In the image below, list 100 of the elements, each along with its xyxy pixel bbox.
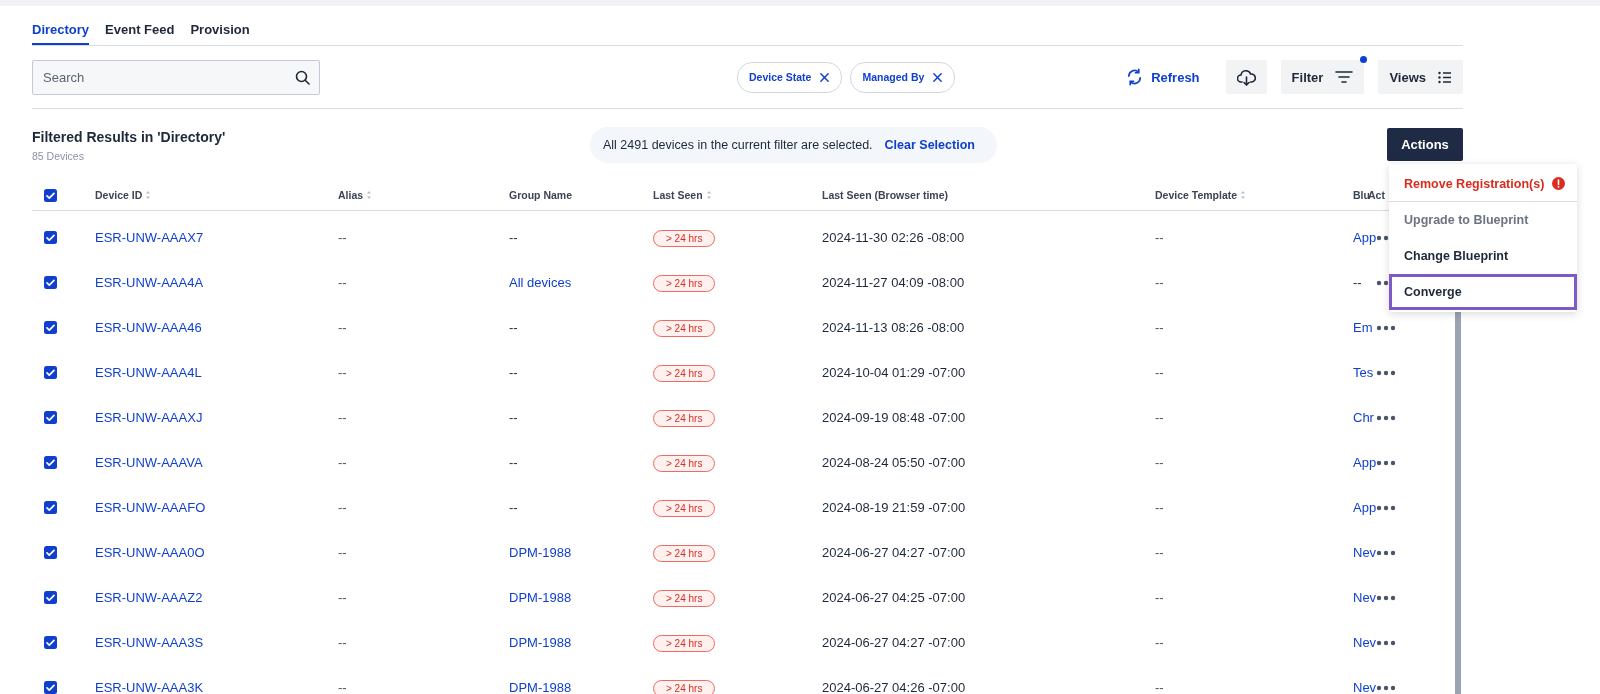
device-id-link[interactable]: ESR-UNW-AAA4L [95,365,202,380]
device-id-link[interactable]: ESR-UNW-AAAFO [95,500,206,515]
device-id-link[interactable]: ESR-UNW-AAAVA [95,455,203,470]
more-icon[interactable] [1376,594,1396,601]
checkbox[interactable] [44,501,57,514]
checkbox[interactable] [44,366,57,379]
filter-chip[interactable]: Device State [737,61,843,93]
table-cell: -- [1155,680,1164,694]
device-id-link[interactable]: ESR-UNW-AAAXJ [95,410,203,425]
checkbox[interactable] [44,231,57,244]
menu-item[interactable]: Remove Registration(s) [1389,166,1577,202]
refresh-button[interactable]: Refresh [1126,68,1200,86]
blueprint-link[interactable]: Chr [1353,410,1374,425]
table-cell: 2024-10-04 01:29 -07:00 [822,365,966,380]
filter-icon [1335,70,1354,84]
device-id-link[interactable]: ESR-UNW-AAA3S [95,635,204,650]
table-cell: -- [509,365,518,380]
status-badge: > 24 hrs [653,365,716,382]
column-header[interactable]: Last Seen (Browser time) [822,189,1155,201]
more-icon[interactable] [1376,639,1396,646]
column-header[interactable]: Last Seen [653,189,822,201]
blueprint-link[interactable]: App [1353,455,1377,470]
blueprint-link[interactable]: Nev [1353,590,1377,605]
status-badge: > 24 hrs [653,590,716,607]
status-badge: > 24 hrs [653,680,716,694]
blueprint-link[interactable]: App [1353,230,1377,245]
table-cell: -- [338,680,347,694]
selection-message: All 2491 devices in the current filter are selected. [603,137,873,152]
device-id-link[interactable]: ESR-UNW-AAA3K [95,680,204,694]
checkbox[interactable] [44,636,57,649]
scrollbar[interactable] [1455,310,1461,694]
checkbox[interactable] [44,276,57,289]
table-cell: 2024-11-13 08:26 -08:00 [822,320,965,335]
sort-icon [1240,190,1247,200]
cloud-download-icon [1236,68,1256,86]
actions-button[interactable]: Actions [1387,128,1463,161]
device-id-link[interactable]: ESR-UNW-AAAZ2 [95,590,203,605]
checkbox[interactable] [44,321,57,334]
table-cell: -- [1353,275,1362,290]
views-button[interactable]: Views [1378,60,1463,94]
checkbox[interactable] [44,456,57,469]
table-cell: -- [1155,365,1164,380]
table-cell: -- [1155,635,1164,650]
more-icon[interactable] [1376,324,1396,331]
more-icon[interactable] [1376,684,1396,691]
more-icon[interactable] [1376,414,1396,421]
device-id-link[interactable]: ESR-UNW-AAA46 [95,320,202,335]
table-cell: -- [509,500,518,515]
search-icon [295,69,310,85]
menu-item[interactable]: Change Blueprint [1389,238,1577,274]
status-badge: > 24 hrs [653,320,716,337]
checkbox[interactable] [44,188,57,202]
blueprint-link[interactable]: Nev [1353,545,1377,560]
tab[interactable]: Directory [32,22,90,45]
device-count: 85 Devices [32,150,85,162]
table-cell: -- [509,455,518,470]
tab[interactable]: Provision [190,22,250,45]
checkbox[interactable] [44,546,57,559]
blueprint-link[interactable]: App [1353,500,1377,515]
group-link[interactable]: DPM-1988 [509,680,572,694]
sort-icon [366,190,373,200]
table-cell: 2024-11-30 02:26 -08:00 [822,230,965,245]
column-header[interactable]: Device Template [1155,189,1353,201]
blueprint-link[interactable]: Nev [1353,635,1377,650]
table-cell: 2024-08-24 05:50 -07:00 [822,455,966,470]
group-link[interactable]: DPM-1988 [509,635,572,650]
table-cell: -- [509,230,518,245]
filter-chip[interactable]: Managed By [850,61,956,93]
group-link[interactable]: DPM-1988 [509,545,572,560]
checkbox[interactable] [44,591,57,604]
tab[interactable]: Event Feed [105,22,175,45]
column-header[interactable]: Blu [1353,189,1368,201]
blueprint-link[interactable]: Em [1353,320,1373,335]
checkbox[interactable] [44,411,57,424]
group-link[interactable]: All devices [509,275,572,290]
close-icon [819,71,831,83]
column-header[interactable]: Group Name [509,189,653,201]
table-cell: 2024-09-19 08:48 -07:00 [822,410,966,425]
device-id-link[interactable]: ESR-UNW-AAA0O [95,545,205,560]
table-cell: -- [338,410,347,425]
more-icon[interactable] [1376,549,1396,556]
column-header[interactable]: Alias [338,189,509,201]
device-id-link[interactable]: ESR-UNW-AAA4A [95,275,204,290]
download-button[interactable] [1225,60,1267,94]
list-icon [1438,70,1452,84]
table-cell: -- [509,410,518,425]
more-icon[interactable] [1376,369,1396,376]
more-icon[interactable] [1376,504,1396,511]
blueprint-link[interactable]: Tes [1353,365,1374,380]
group-link[interactable]: DPM-1988 [509,590,572,605]
status-badge: > 24 hrs [653,545,716,562]
checkbox[interactable] [44,681,57,694]
more-icon[interactable] [1376,459,1396,466]
blueprint-link[interactable]: Nev [1353,680,1377,694]
device-id-link[interactable]: ESR-UNW-AAAX7 [95,230,204,245]
menu-item[interactable]: Converge [1389,274,1577,310]
clear-selection-link[interactable]: Clear Selection [884,137,975,152]
search-field[interactable]: Search [32,59,320,95]
column-header[interactable]: Device ID [95,189,338,201]
table-cell: 2024-06-27 04:26 -07:00 [822,680,966,694]
